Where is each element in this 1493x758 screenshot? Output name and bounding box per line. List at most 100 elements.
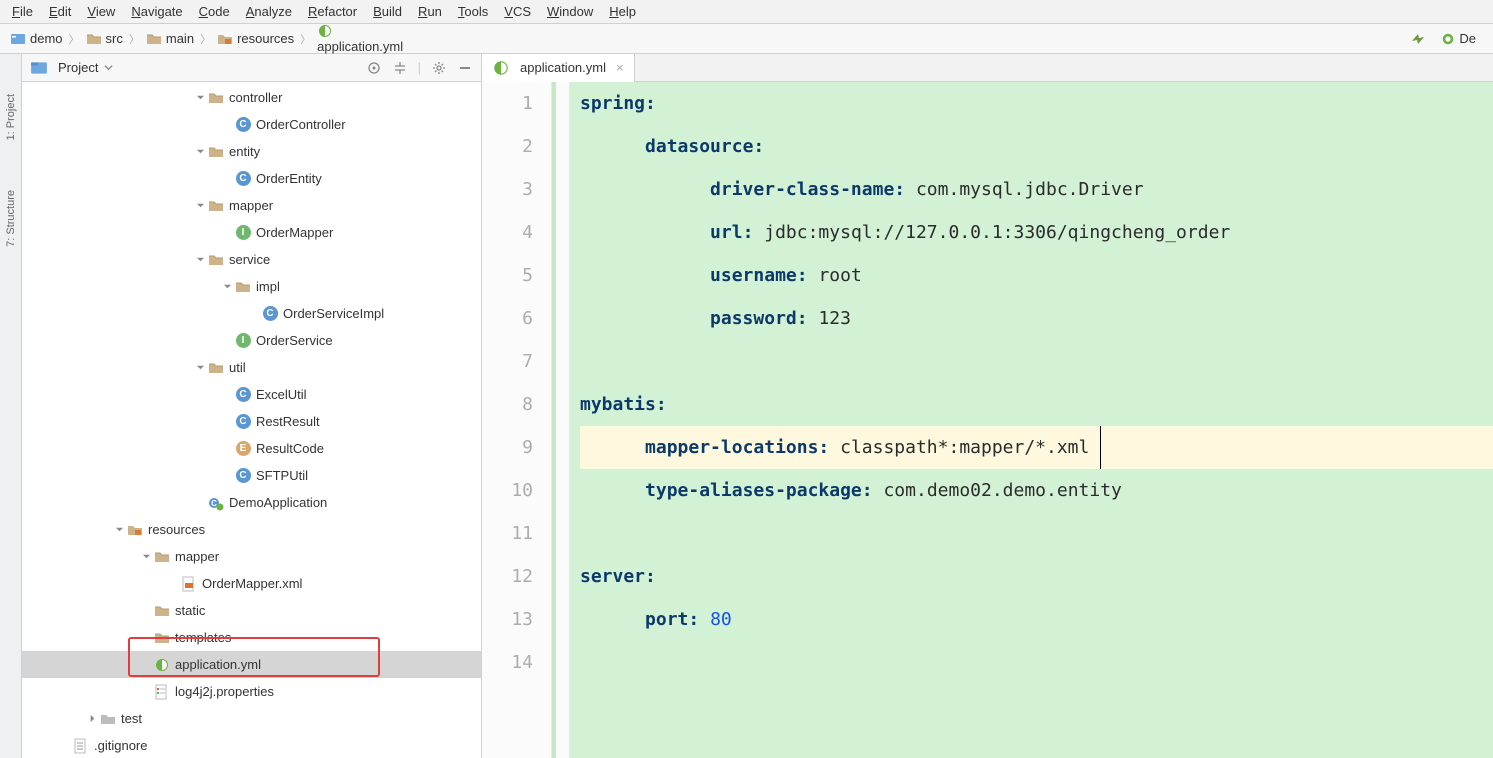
project-icon — [30, 59, 48, 77]
menu-analyze[interactable]: Analyze — [240, 2, 298, 21]
code-line-10[interactable]: type-aliases-package: com.demo02.demo.en… — [580, 469, 1493, 512]
breadcrumb-demo[interactable]: demo — [6, 29, 67, 49]
menu-file[interactable]: File — [6, 2, 39, 21]
folder-icon — [207, 89, 225, 107]
tree-item-orderservice[interactable]: IOrderService — [22, 327, 481, 354]
code-line-3[interactable]: driver-class-name: com.mysql.jdbc.Driver — [580, 168, 1493, 211]
code-line-2[interactable]: datasource: — [580, 125, 1493, 168]
folder-icon — [153, 602, 171, 620]
tree-item-entity[interactable]: entity — [22, 138, 481, 165]
code-line-4[interactable]: url: jdbc:mysql://127.0.0.1:3306/qingche… — [580, 211, 1493, 254]
menu-run[interactable]: Run — [412, 2, 448, 21]
tree-item-application-yml[interactable]: application.yml — [22, 651, 481, 678]
breadcrumb-src[interactable]: src — [82, 29, 127, 49]
tree-item-impl[interactable]: impl — [22, 273, 481, 300]
code-line-9[interactable]: mapper-locations: classpath*:mapper/*.xm… — [580, 426, 1493, 469]
menu-build[interactable]: Build — [367, 2, 408, 21]
code-line-5[interactable]: username: root — [580, 254, 1493, 297]
menu-view[interactable]: View — [81, 2, 121, 21]
breadcrumb-application.yml[interactable]: application.yml — [313, 21, 407, 56]
tool-tab-project[interactable]: 1: Project — [5, 94, 17, 140]
breadcrumb-resources[interactable]: resources — [213, 29, 298, 49]
tree-item-resultcode[interactable]: EResultCode — [22, 435, 481, 462]
breadcrumb-bar: demo〉src〉main〉resources〉application.yml … — [0, 24, 1493, 54]
editor-tab[interactable]: application.yml × — [482, 54, 635, 82]
xml-icon — [180, 575, 198, 593]
tree-item-mapper[interactable]: mapper — [22, 192, 481, 219]
chevron-down-icon[interactable] — [139, 552, 153, 561]
chevron-down-icon[interactable] — [220, 282, 234, 291]
chevron-down-icon[interactable] — [104, 63, 113, 72]
code-line-8[interactable]: mybatis: — [580, 383, 1493, 426]
tree-item-service[interactable]: service — [22, 246, 481, 273]
editor-tab-bar: application.yml × — [482, 54, 1493, 82]
code-line-13[interactable]: port: 80 — [580, 598, 1493, 641]
menu-help[interactable]: Help — [603, 2, 642, 21]
tree-item-log4j2j-properties[interactable]: log4j2j.properties — [22, 678, 481, 705]
tree-item-excelutil[interactable]: CExcelUtil — [22, 381, 481, 408]
close-icon[interactable]: × — [616, 60, 624, 75]
resfolder-icon — [126, 521, 144, 539]
tree-item-util[interactable]: util — [22, 354, 481, 381]
menu-navigate[interactable]: Navigate — [125, 2, 188, 21]
tool-window-bar-left: 1: Project 7: Structure — [0, 54, 22, 758]
tree-item-ordermapper-xml[interactable]: OrderMapper.xml — [22, 570, 481, 597]
code-line-12[interactable]: server: — [580, 555, 1493, 598]
editor-area: application.yml × 1234567891011121314 sp… — [482, 54, 1493, 758]
code-line-11[interactable] — [580, 512, 1493, 555]
chevron-right-icon[interactable] — [85, 714, 99, 723]
chevron-right-icon: 〉 — [300, 31, 311, 47]
tool-tab-structure[interactable]: 7: Structure — [5, 190, 17, 247]
tree-item-ordermapper[interactable]: IOrderMapper — [22, 219, 481, 246]
code-editor[interactable]: 1234567891011121314 spring: datasource: … — [482, 82, 1493, 758]
expand-all-icon[interactable] — [392, 60, 408, 76]
tree-item-templates[interactable]: templates — [22, 624, 481, 651]
tree-item-orderentity[interactable]: COrderEntity — [22, 165, 481, 192]
menu-edit[interactable]: Edit — [43, 2, 77, 21]
folder-icon — [153, 548, 171, 566]
code-line-1[interactable]: spring: — [580, 82, 1493, 125]
tree-item-test[interactable]: test — [22, 705, 481, 732]
chevron-right-icon: 〉 — [129, 31, 140, 47]
folder-icon — [207, 359, 225, 377]
chevron-down-icon[interactable] — [193, 201, 207, 210]
tree-item-static[interactable]: static — [22, 597, 481, 624]
gitignore-icon — [72, 737, 90, 755]
tree-item-sftputil[interactable]: CSFTPUtil — [22, 462, 481, 489]
chevron-down-icon[interactable] — [112, 525, 126, 534]
chevron-down-icon[interactable] — [193, 93, 207, 102]
gear-icon[interactable] — [431, 60, 447, 76]
tree-item--gitignore[interactable]: .gitignore — [22, 732, 481, 758]
build-icon[interactable] — [1410, 31, 1426, 47]
tree-item-ordercontroller[interactable]: COrderController — [22, 111, 481, 138]
menu-code[interactable]: Code — [193, 2, 236, 21]
code-line-7[interactable] — [580, 340, 1493, 383]
locate-icon[interactable] — [366, 60, 382, 76]
tree-item-restresult[interactable]: CRestResult — [22, 408, 481, 435]
run-config-button[interactable]: De — [1434, 28, 1483, 49]
menu-tools[interactable]: Tools — [452, 2, 494, 21]
project-panel: Project | controllerCOrderControllerenti… — [22, 54, 482, 758]
menu-vcs[interactable]: VCS — [498, 2, 537, 21]
tree-item-controller[interactable]: controller — [22, 84, 481, 111]
code-line-14[interactable] — [580, 641, 1493, 684]
e-icon: E — [234, 440, 252, 458]
tree-item-demoapplication[interactable]: CDemoApplication — [22, 489, 481, 516]
chevron-down-icon[interactable] — [193, 363, 207, 372]
code-line-6[interactable]: password: 123 — [580, 297, 1493, 340]
spring-c-icon: C — [207, 494, 225, 512]
menu-window[interactable]: Window — [541, 2, 599, 21]
chevron-down-icon[interactable] — [193, 147, 207, 156]
tree-item-orderserviceimpl[interactable]: COrderServiceImpl — [22, 300, 481, 327]
breadcrumb-main[interactable]: main — [142, 29, 198, 49]
tree-item-resources[interactable]: resources — [22, 516, 481, 543]
chevron-right-icon: 〉 — [200, 31, 211, 47]
spring-icon — [153, 656, 171, 674]
c-icon: C — [234, 386, 252, 404]
menu-refactor[interactable]: Refactor — [302, 2, 363, 21]
chevron-down-icon[interactable] — [193, 255, 207, 264]
minimize-icon[interactable] — [457, 60, 473, 76]
folder-icon — [207, 251, 225, 269]
tree-item-mapper[interactable]: mapper — [22, 543, 481, 570]
project-tree[interactable]: controllerCOrderControllerentityCOrderEn… — [22, 82, 481, 758]
